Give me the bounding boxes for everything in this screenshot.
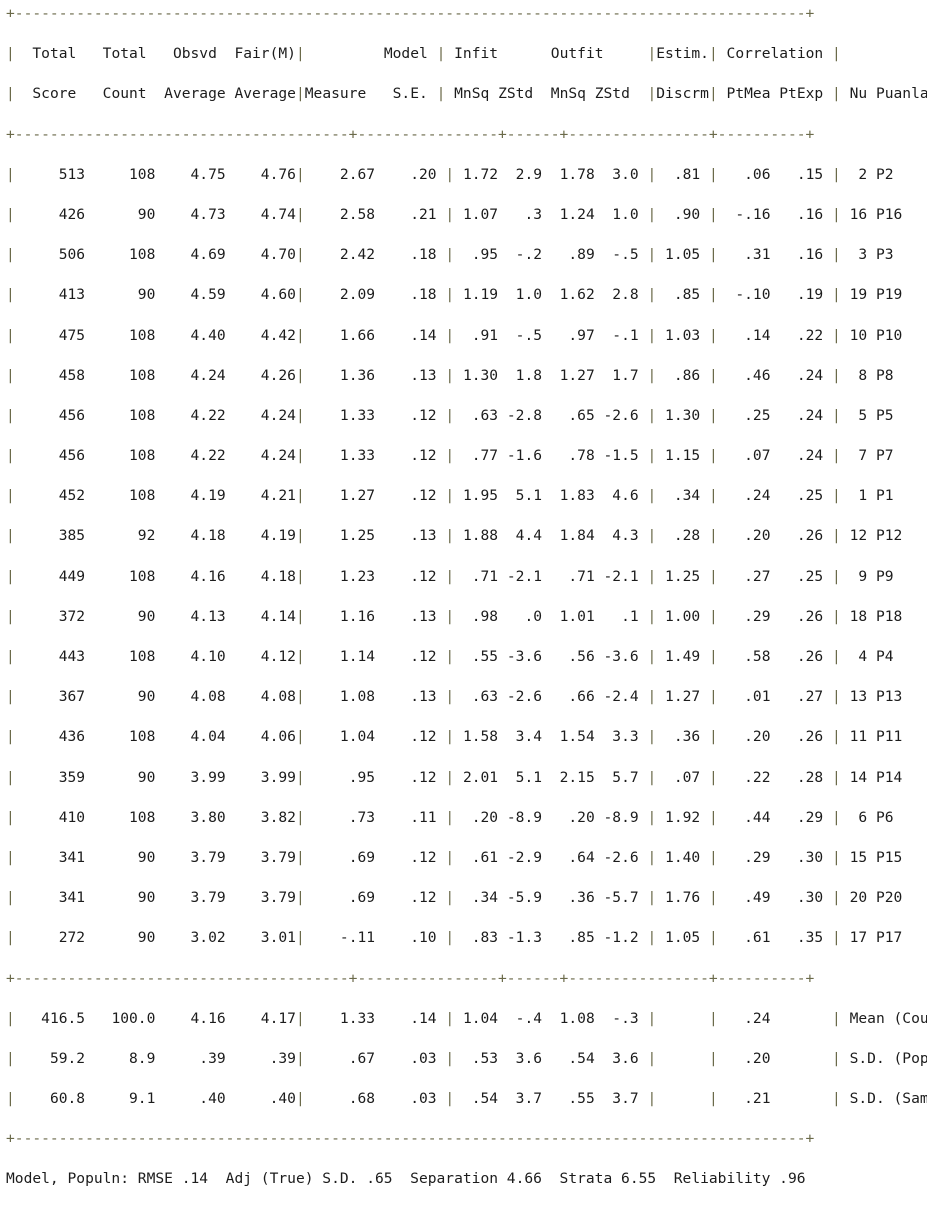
table-line: | 456 108 4.22 4.24| 1.33 .12 | .63 -2.8… <box>6 406 894 424</box>
table-line: | Total Total Obsvd Fair(M)| Model | Inf… <box>6 45 841 63</box>
table-line: | 475 108 4.40 4.42| 1.66 .14 | .91 -.5 … <box>6 326 903 344</box>
table-line: | 436 108 4.04 4.06| 1.04 .12 | 1.58 3.4… <box>6 728 903 746</box>
table-line: | 372 90 4.13 4.14| 1.16 .13 | .98 .0 1.… <box>6 607 903 625</box>
table-rule: +--------------------------------------+… <box>6 969 815 987</box>
table-line: | 449 108 4.16 4.18| 1.23 .12 | .71 -2.1… <box>6 567 894 585</box>
table-line: | 458 108 4.24 4.26| 1.36 .13 | 1.30 1.8… <box>6 366 894 384</box>
table-line: | 59.2 8.9 .39 .39| .67 .03 | .53 3.6 .5… <box>6 1049 927 1067</box>
table-rule: +---------------------------------------… <box>6 5 815 22</box>
table-line: Model, Populn: RMSE .14 Adj (True) S.D. … <box>6 1170 806 1188</box>
table-line: | 456 108 4.22 4.24| 1.33 .12 | .77 -1.6… <box>6 447 894 465</box>
table-line: | 359 90 3.99 3.99| .95 .12 | 2.01 5.1 2… <box>6 768 903 786</box>
table-rule: +--------------------------------------+… <box>6 125 815 143</box>
table-line: | 341 90 3.79 3.79| .69 .12 | .61 -2.9 .… <box>6 848 903 866</box>
table-line: | 416.5 100.0 4.16 4.17| 1.33 .14 | 1.04… <box>6 1009 927 1027</box>
table-line: | 272 90 3.02 3.01| -.11 .10 | .83 -1.3 … <box>6 929 903 947</box>
rater-measurement-report: +---------------------------------------… <box>0 0 927 1212</box>
table-line: | Score Count Average Average|Measure S.… <box>6 85 927 103</box>
table-line: | 452 108 4.19 4.21| 1.27 .12 | 1.95 5.1… <box>6 487 894 505</box>
table-line: | 367 90 4.08 4.08| 1.08 .13 | .63 -2.6 … <box>6 688 903 706</box>
table-line: | 513 108 4.75 4.76| 2.67 .20 | 1.72 2.9… <box>6 165 894 183</box>
table-line: | 413 90 4.59 4.60| 2.09 .18 | 1.19 1.0 … <box>6 286 903 304</box>
table-line: | 506 108 4.69 4.70| 2.42 .18 | .95 -.2 … <box>6 246 894 264</box>
table-line: Model, Sample: RMSE .14 Adj (True) S.D. … <box>6 1210 927 1212</box>
table-line: | 410 108 3.80 3.82| .73 .11 | .20 -8.9 … <box>6 808 894 826</box>
table-line: | 60.8 9.1 .40 .40| .68 .03 | .54 3.7 .5… <box>6 1090 927 1108</box>
table-line: | 341 90 3.79 3.79| .69 .12 | .34 -5.9 .… <box>6 889 903 907</box>
table-rule: +---------------------------------------… <box>6 1130 815 1148</box>
table-line: | 443 108 4.10 4.12| 1.14 .12 | .55 -3.6… <box>6 648 894 665</box>
table-line: | 385 92 4.18 4.19| 1.25 .13 | 1.88 4.4 … <box>6 527 903 545</box>
table-line: | 426 90 4.73 4.74| 2.58 .21 | 1.07 .3 1… <box>6 205 903 223</box>
